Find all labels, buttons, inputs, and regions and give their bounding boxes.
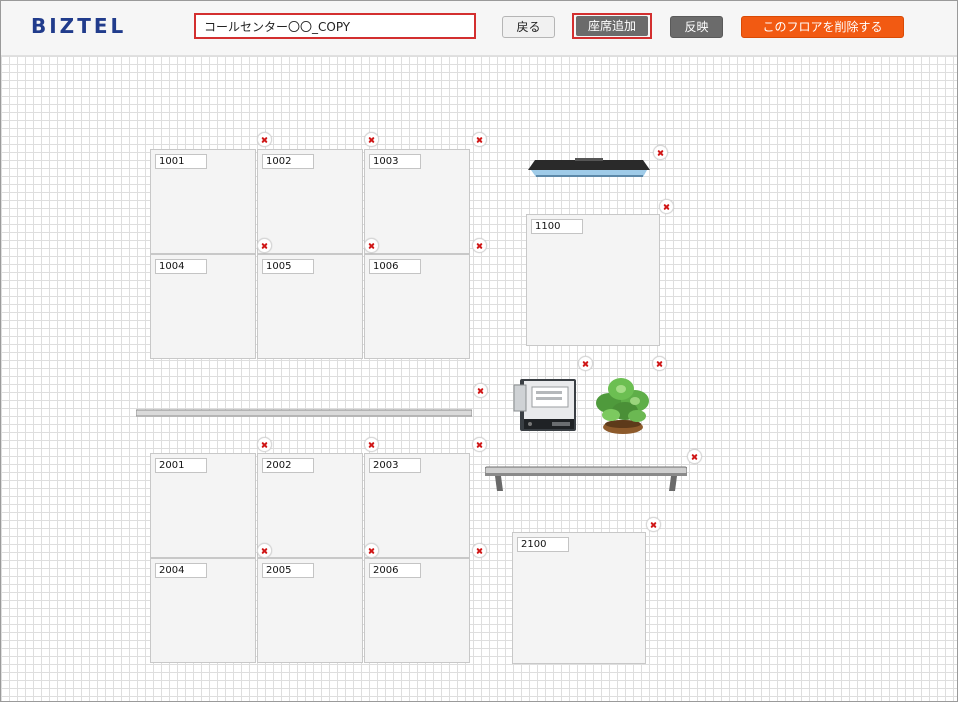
seat-desk[interactable]: 1005 bbox=[257, 254, 363, 359]
delete-seat-icon[interactable] bbox=[472, 132, 487, 147]
delete-floor-button[interactable]: このフロアを削除する bbox=[741, 16, 904, 38]
seat-number-field[interactable]: 1006 bbox=[369, 259, 421, 274]
delete-object-icon[interactable] bbox=[652, 356, 667, 371]
delete-seat-icon[interactable] bbox=[472, 238, 487, 253]
partition-icon[interactable] bbox=[135, 402, 473, 417]
header-bar: BIZTEL 戻る 座席追加 反映 このフロアを削除する bbox=[1, 1, 957, 56]
apply-button[interactable]: 反映 bbox=[670, 16, 723, 38]
seat-desk[interactable]: 2004 bbox=[150, 558, 256, 663]
seat-desk[interactable]: 1003 bbox=[364, 149, 470, 254]
add-seat-button[interactable]: 座席追加 bbox=[576, 16, 648, 36]
seat-number-field[interactable]: 1003 bbox=[369, 154, 421, 169]
seat-desk[interactable]: 1006 bbox=[364, 254, 470, 359]
delete-object-icon[interactable] bbox=[653, 145, 668, 160]
back-button[interactable]: 戻る bbox=[502, 16, 555, 38]
delete-seat-icon[interactable] bbox=[257, 132, 272, 147]
floor-canvas[interactable]: 1001 1002 1003 1004 1005 1006 1100 2001 … bbox=[1, 56, 957, 701]
delete-object-icon[interactable] bbox=[687, 449, 702, 464]
monitor-icon[interactable] bbox=[525, 156, 654, 180]
seat-desk[interactable]: 1002 bbox=[257, 149, 363, 254]
seat-desk[interactable]: 2002 bbox=[257, 453, 363, 558]
delete-object-icon[interactable] bbox=[473, 383, 488, 398]
seat-number-field[interactable]: 2001 bbox=[155, 458, 207, 473]
delete-seat-icon[interactable] bbox=[472, 543, 487, 558]
seat-number-field[interactable]: 2006 bbox=[369, 563, 421, 578]
seat-number-field[interactable]: 1001 bbox=[155, 154, 207, 169]
delete-seat-icon[interactable] bbox=[364, 543, 379, 558]
delete-seat-icon[interactable] bbox=[364, 238, 379, 253]
seat-desk[interactable]: 2003 bbox=[364, 453, 470, 558]
seat-desk[interactable]: 2005 bbox=[257, 558, 363, 663]
seat-desk[interactable]: 1001 bbox=[150, 149, 256, 254]
add-seat-highlight: 座席追加 bbox=[572, 13, 652, 39]
seat-number-field[interactable]: 2100 bbox=[517, 537, 569, 552]
delete-seat-icon[interactable] bbox=[364, 132, 379, 147]
delete-seat-icon[interactable] bbox=[364, 437, 379, 452]
plant-icon[interactable] bbox=[591, 371, 655, 437]
biztel-logo: BIZTEL bbox=[31, 14, 127, 38]
seat-number-field[interactable]: 1100 bbox=[531, 219, 583, 234]
floor-name-input[interactable] bbox=[194, 13, 476, 39]
seat-number-field[interactable]: 1004 bbox=[155, 259, 207, 274]
seat-number-field[interactable]: 1005 bbox=[262, 259, 314, 274]
seat-number-field[interactable]: 2005 bbox=[262, 563, 314, 578]
seat-desk[interactable]: 1004 bbox=[150, 254, 256, 359]
seat-desk[interactable]: 2100 bbox=[512, 532, 646, 664]
seat-number-field[interactable]: 2003 bbox=[369, 458, 421, 473]
seat-number-field[interactable]: 2004 bbox=[155, 563, 207, 578]
shelf-icon[interactable] bbox=[484, 465, 688, 493]
seat-desk[interactable]: 2001 bbox=[150, 453, 256, 558]
delete-object-icon[interactable] bbox=[578, 356, 593, 371]
seat-desk[interactable]: 1100 bbox=[526, 214, 660, 346]
delete-seat-icon[interactable] bbox=[472, 437, 487, 452]
delete-seat-icon[interactable] bbox=[646, 517, 661, 532]
copier-icon[interactable] bbox=[512, 371, 578, 434]
floor-editor-window: BIZTEL 戻る 座席追加 反映 このフロアを削除する 1001 1002 1… bbox=[0, 0, 958, 702]
seat-number-field[interactable]: 2002 bbox=[262, 458, 314, 473]
delete-seat-icon[interactable] bbox=[659, 199, 674, 214]
delete-seat-icon[interactable] bbox=[257, 437, 272, 452]
seat-desk[interactable]: 2006 bbox=[364, 558, 470, 663]
delete-seat-icon[interactable] bbox=[257, 238, 272, 253]
delete-seat-icon[interactable] bbox=[257, 543, 272, 558]
seat-number-field[interactable]: 1002 bbox=[262, 154, 314, 169]
